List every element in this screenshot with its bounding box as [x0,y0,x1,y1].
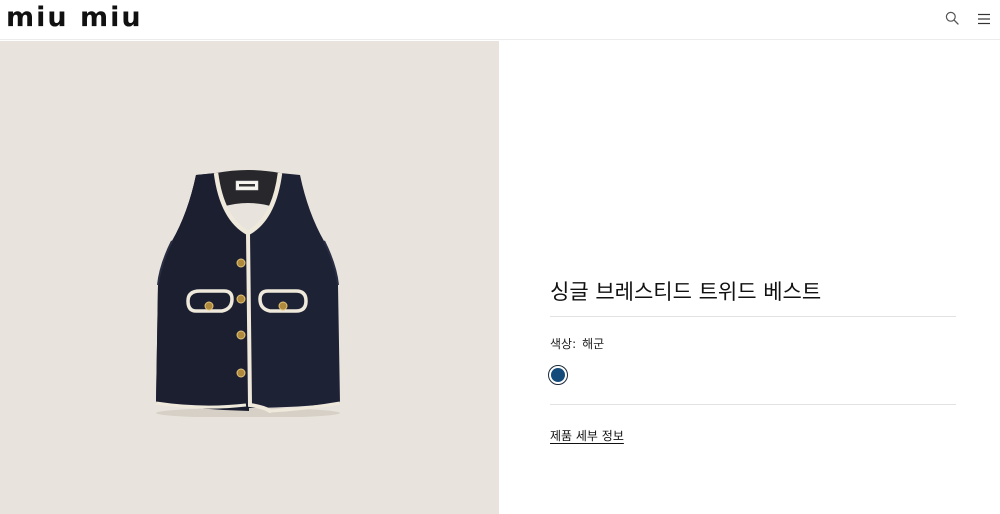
product-image-panel[interactable] [0,41,499,514]
divider [550,404,956,405]
search-icon [945,10,959,29]
site-header: miu miu [0,0,1000,40]
divider [550,316,956,317]
hamburger-menu-icon [977,10,991,29]
color-info: 색상: 해군 [550,336,604,352]
color-swatch-navy[interactable] [548,365,568,385]
color-swatch-fill [551,368,565,382]
product-details-link[interactable]: 제품 세부 정보 [550,428,624,444]
color-label: 색상: [550,337,577,351]
product-title: 싱글 브레스티드 트위드 베스트 [550,280,822,305]
brand-logo-text: miu miu [6,2,143,33]
menu-button[interactable] [974,9,994,29]
product-image [155,170,341,417]
brand-logo[interactable]: miu miu [6,4,141,31]
search-button[interactable] [942,9,962,29]
color-value: 해군 [582,337,605,351]
